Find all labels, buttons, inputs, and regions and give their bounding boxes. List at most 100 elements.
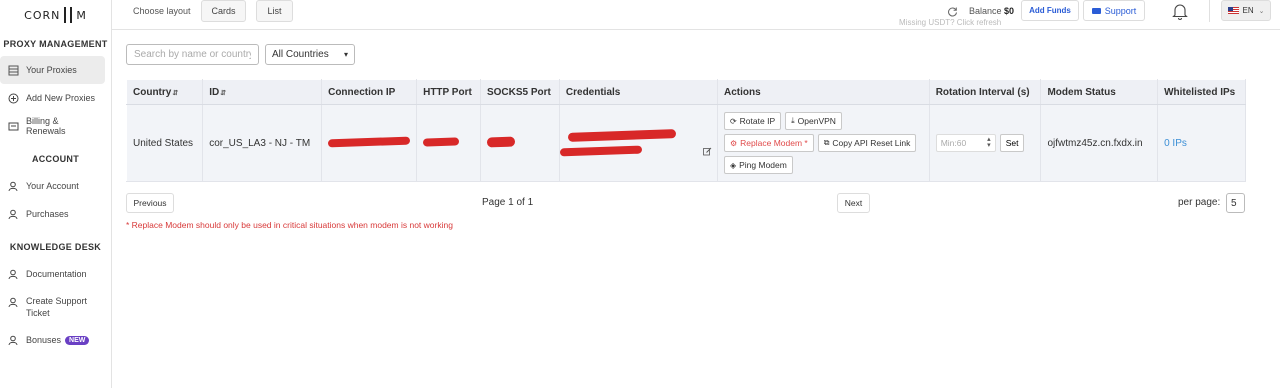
cell-modem-status: ojfwtmz45z.cn.fxdx.in: [1040, 104, 1159, 182]
column-header-rotation-interval: Rotation Interval (s): [928, 79, 1042, 105]
balance-label: Balance: [969, 6, 1002, 16]
column-header-credentials: Credentials: [558, 79, 718, 105]
country-select-value: All Countries: [272, 49, 329, 60]
next-page-button[interactable]: Next: [837, 193, 870, 213]
copy-icon: ⧉: [823, 138, 830, 147]
redacted-socks5-port: [486, 136, 516, 147]
cell-country: United States: [125, 104, 204, 182]
user-icon: [8, 209, 19, 220]
sidebar-item-bonuses[interactable]: Bonuses NEW: [0, 326, 106, 354]
language-label: EN: [1242, 6, 1254, 15]
cell-whitelisted-ips: 0 IPs: [1157, 104, 1246, 182]
section-title-proxy-management: PROXY MANAGEMENT: [3, 39, 108, 49]
rotate-icon: ⟳: [729, 116, 737, 126]
add-funds-button[interactable]: Add Funds: [1021, 0, 1079, 21]
country-select[interactable]: All Countries ▾: [265, 44, 355, 65]
cell-actions: ⟳ Rotate IP ⤓ OpenVPN ⚙ Replace Modem * ⧉ Co…: [716, 104, 930, 182]
cell-socks5-port: [479, 104, 560, 182]
previous-page-button[interactable]: Previous: [126, 193, 174, 213]
cards-layout-button[interactable]: Cards: [201, 0, 246, 22]
list-icon: [8, 65, 19, 76]
proxies-table: Country⇵ ID⇵ Connection IP HTTP Port SOC…: [125, 79, 1246, 182]
redacted-connection-ip: [327, 136, 411, 147]
redacted-http-port: [422, 136, 460, 147]
redacted-username: [567, 129, 677, 142]
gear-icon: ⚙: [729, 138, 738, 148]
signal-icon: ◈: [729, 160, 737, 170]
set-rotation-button[interactable]: Set: [999, 134, 1025, 152]
column-header-socks5-port: SOCKS5 Port: [479, 79, 560, 105]
copy-api-reset-link-button[interactable]: ⧉ Copy API Reset Link: [817, 134, 917, 152]
cell-connection-ip: [321, 104, 418, 182]
sidebar-item-label: Create Support Ticket: [26, 296, 88, 318]
ping-modem-button[interactable]: ◈ Ping Modem: [723, 156, 793, 174]
edit-icon[interactable]: [703, 147, 712, 159]
new-badge: NEW: [65, 335, 90, 345]
stepper-icon[interactable]: ▴ ▾: [987, 136, 991, 149]
sidebar-item-purchases[interactable]: Purchases: [0, 200, 106, 228]
sidebar-item-your-proxies[interactable]: Your Proxies: [0, 56, 105, 84]
missing-usdt-hint[interactable]: Missing USDT? Click refresh: [899, 18, 1001, 27]
user-icon: [8, 297, 19, 308]
page-info: Page 1 of 1: [482, 197, 534, 208]
sidebar-item-your-account[interactable]: Your Account: [0, 172, 106, 200]
brand-mark-icon: [61, 7, 75, 23]
sidebar-item-label: Your Account: [26, 181, 79, 191]
sort-icon[interactable]: ⇵: [220, 90, 226, 97]
column-header-whitelisted-ips: Whitelisted IPs: [1157, 79, 1246, 105]
balance-value: $0: [1004, 6, 1015, 16]
whitelisted-ips-link[interactable]: 0 IPs: [1164, 138, 1187, 149]
search-input[interactable]: [126, 44, 259, 65]
support-icon: [1091, 7, 1101, 14]
language-selector[interactable]: EN ⌄: [1221, 0, 1271, 21]
replace-modem-warning: * Replace Modem should only be used in c…: [126, 220, 453, 230]
column-header-country[interactable]: Country⇵: [125, 79, 204, 105]
sidebar-item-label: Billing & Renewals: [26, 116, 66, 136]
table-header-row: Country⇵ ID⇵ Connection IP HTTP Port SOC…: [125, 79, 1246, 105]
cell-credentials: [558, 104, 718, 182]
sidebar-item-label: Documentation: [26, 269, 87, 279]
user-icon: [8, 335, 19, 346]
per-page-input[interactable]: 5: [1226, 193, 1245, 213]
user-icon: [8, 269, 19, 280]
replace-modem-button[interactable]: ⚙ Replace Modem *: [723, 134, 814, 152]
bell-icon[interactable]: [1172, 3, 1188, 22]
us-flag-icon: [1227, 7, 1239, 14]
section-title-knowledge-desk: KNOWLEDGE DESK: [9, 242, 102, 252]
cell-rotation-interval: Min:60 ▴ ▾ Set: [928, 104, 1042, 182]
rotation-interval-input[interactable]: Min:60 ▴ ▾: [935, 134, 996, 152]
support-label: Support: [1104, 5, 1137, 16]
sidebar-item-create-support-ticket[interactable]: Create Support Ticket: [0, 288, 106, 326]
user-icon: [8, 181, 19, 192]
sidebar-item-label: Purchases: [26, 209, 69, 219]
cell-http-port: [416, 104, 481, 182]
sidebar-item-documentation[interactable]: Documentation: [0, 260, 106, 288]
brand-name-left: CORN: [24, 8, 61, 22]
redacted-password: [559, 145, 643, 157]
column-header-connection-ip: Connection IP: [321, 79, 418, 105]
table-row: United States cor_US_LA3 - NJ - TM ⟳ Rot…: [125, 104, 1246, 182]
support-button[interactable]: Support: [1083, 0, 1145, 21]
sidebar-item-label: Add New Proxies: [26, 93, 96, 103]
download-icon: ⤓: [791, 116, 795, 125]
column-header-http-port: HTTP Port: [416, 79, 481, 105]
sort-icon[interactable]: ⇵: [172, 90, 178, 97]
brand-name-right: M: [76, 8, 87, 22]
list-layout-button[interactable]: List: [256, 0, 293, 22]
column-header-id[interactable]: ID⇵: [202, 79, 323, 105]
sidebar-item-add-new-proxies[interactable]: Add New Proxies: [0, 84, 106, 112]
sidebar-item-label: Bonuses: [26, 335, 62, 345]
chevron-down-icon: ⌄: [1258, 7, 1265, 15]
sidebar-item-billing-renewals[interactable]: Billing & Renewals: [0, 112, 106, 140]
choose-layout-label: Choose layout: [133, 6, 191, 16]
plus-circle-icon: [8, 93, 19, 104]
openvpn-button[interactable]: ⤓ OpenVPN: [785, 112, 842, 130]
rotate-ip-button[interactable]: ⟳ Rotate IP: [723, 112, 782, 130]
sidebar-item-label: Your Proxies: [26, 65, 77, 75]
section-title-account: ACCOUNT: [31, 154, 80, 164]
cell-id: cor_US_LA3 - NJ - TM: [202, 104, 323, 182]
brand-logo[interactable]: CORN M: [0, 0, 111, 30]
per-page-label: per page:: [1178, 197, 1221, 208]
sidebar: CORN M PROXY MANAGEMENT Your Proxies Add…: [0, 0, 112, 388]
topbar: Choose layout Cards List Balance $0 Miss…: [112, 0, 1280, 30]
